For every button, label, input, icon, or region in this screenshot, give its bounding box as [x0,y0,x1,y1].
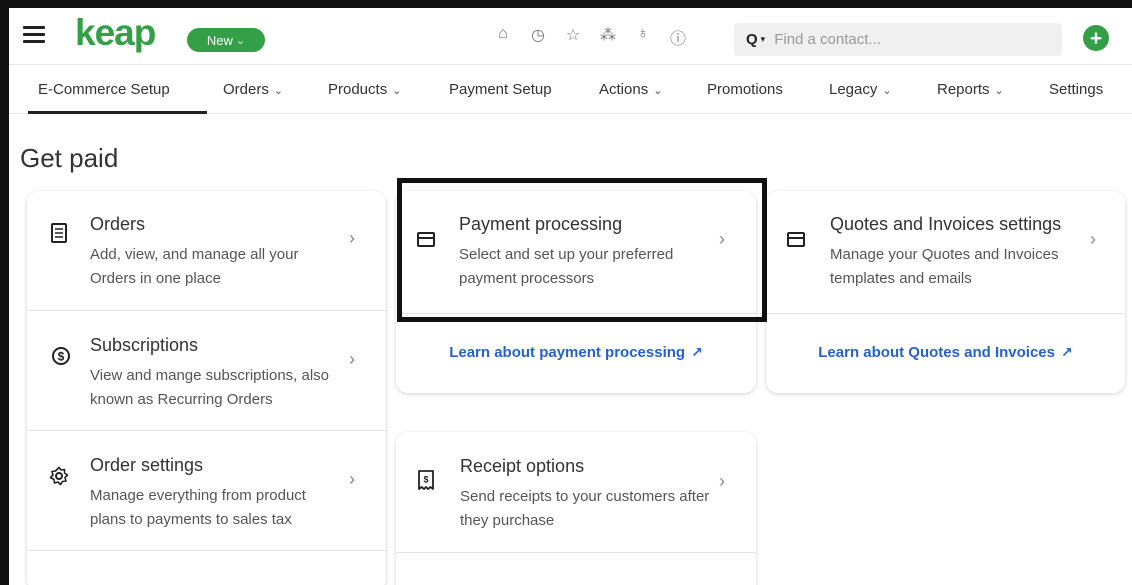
payment-processing-row[interactable]: Payment processing Select and set up you… [396,191,756,313]
subscriptions-row[interactable]: $ Subscriptions View and mange subscript… [27,311,386,431]
payment-processing-card: Payment processing Select and set up you… [396,191,756,393]
credit-card-icon [417,232,435,247]
nav-settings[interactable]: Settings [1049,81,1103,98]
chevron-down-icon: ⌄ [392,85,402,97]
chevron-right-icon: › [349,228,355,248]
left-settings-card: Orders Add, view, and manage all your Or… [27,191,386,585]
nav-active-indicator [28,111,207,114]
divider [27,550,386,551]
nav-label: Reports [937,81,990,98]
receipt-options-title: Receipt options [460,456,585,476]
divider [396,552,756,553]
divider [396,313,756,314]
user-icon[interactable]: ♁ [634,25,652,49]
broadcast-icon[interactable]: ⁂ [599,25,617,49]
quotes-invoices-row[interactable]: Quotes and Invoices settings Manage your… [766,191,1125,313]
learn-quotes-invoices-link[interactable]: Learn about Quotes and Invoices ↗ [766,344,1125,361]
receipt-options-card: $ Receipt options Send receipts to your … [396,432,756,585]
receipt-options-desc: Send receipts to your customers after th… [460,488,710,529]
search-dropdown-caret-icon[interactable]: ▾ [761,34,766,45]
svg-text:$: $ [423,475,428,485]
quotes-invoices-card: Quotes and Invoices settings Manage your… [766,191,1125,393]
nav-promotions[interactable]: Promotions [707,81,783,98]
star-icon[interactable]: ☆ [564,25,582,49]
chevron-down-icon: ⌄ [882,85,892,97]
home-icon[interactable]: ⌂ [494,25,512,49]
nav-legacy[interactable]: Legacy ⌄ [829,81,892,98]
payment-processing-title: Payment processing [459,214,623,234]
nav-orders[interactable]: Orders ⌄ [223,81,283,98]
chevron-down-icon: ⌄ [653,85,663,97]
orders-title: Orders [90,214,146,234]
nav-label: Legacy [829,81,878,98]
nav-label: Orders [223,81,269,98]
receipt-options-row[interactable]: $ Receipt options Send receipts to your … [396,432,756,552]
nav-label: Settings [1049,81,1104,98]
external-link-icon: ↗ [1060,344,1073,360]
subscriptions-title: Subscriptions [90,335,199,355]
nav-label: E-Commerce Setup [38,81,170,98]
new-button-label: New [206,32,233,48]
receipt-list-icon [51,223,67,249]
chevron-down-icon: ⌄ [235,34,246,47]
quotes-invoices-title: Quotes and Invoices settings [830,214,1062,234]
contact-search: Q ▾ [734,23,1062,56]
payment-processing-desc: Select and set up your preferred payment… [459,246,674,287]
help-icon[interactable]: ⓘ [669,25,687,49]
subscription-dollar-icon: $ [51,346,71,372]
svg-text:$: $ [58,350,65,364]
clock-icon[interactable]: ◷ [529,25,547,49]
nav-label: Payment Setup [449,81,552,98]
nav-ecommerce-setup[interactable]: E-Commerce Setup [38,81,170,98]
nav-payment-setup[interactable]: Payment Setup [449,81,552,98]
search-icon[interactable]: Q [746,31,758,48]
external-link-icon: ↗ [691,344,703,360]
top-bar: keap New ⌄ ⌂ ◷ ☆ ⁂ ♁ ⓘ Q ▾ + [9,8,1132,65]
credit-card-icon [787,232,805,247]
chevron-right-icon: › [1090,229,1096,249]
hamburger-menu-icon[interactable] [23,26,45,44]
new-button[interactable]: New ⌄ [187,28,265,52]
order-settings-desc: Manage everything from product plans to … [90,487,306,528]
chevron-right-icon: › [349,469,355,489]
top-icon-bar: ⌂ ◷ ☆ ⁂ ♁ ⓘ [494,25,687,49]
add-plus-button[interactable]: + [1083,25,1109,51]
orders-desc: Add, view, and manage all your Orders in… [90,246,299,287]
nav-actions[interactable]: Actions ⌄ [599,81,662,98]
order-settings-row[interactable]: Order settings Manage everything from pr… [27,431,386,551]
chevron-down-icon: ⌄ [994,85,1004,97]
nav-reports[interactable]: Reports ⌄ [937,81,1004,98]
learn-payment-processing-link[interactable]: Learn about payment processing ↗ [396,344,756,361]
learn-link-label: Learn about Quotes and Invoices [818,344,1055,361]
nav-products[interactable]: Products ⌄ [328,81,401,98]
search-input[interactable] [774,31,1015,48]
learn-link-label: Learn about payment processing [449,344,686,361]
gear-icon [49,466,69,492]
page-title: Get paid [20,143,119,173]
ecommerce-nav: E-Commerce Setup Orders ⌄ Products ⌄ Payme… [9,66,1132,114]
keap-logo[interactable]: keap [75,12,156,54]
nav-label: Actions [599,81,649,98]
nav-label: Promotions [707,81,783,98]
chevron-right-icon: › [349,349,355,369]
quotes-invoices-desc: Manage your Quotes and Invoices template… [830,246,1059,287]
receipt-dollar-icon: $ [418,470,434,496]
divider [766,313,1125,314]
orders-row[interactable]: Orders Add, view, and manage all your Or… [27,191,386,311]
nav-label: Products [328,81,388,98]
chevron-right-icon: › [719,229,725,249]
subscriptions-desc: View and mange subscriptions, also known… [90,367,330,408]
chevron-down-icon: ⌄ [273,85,284,97]
order-settings-title: Order settings [90,455,204,475]
chevron-right-icon: › [719,471,725,491]
